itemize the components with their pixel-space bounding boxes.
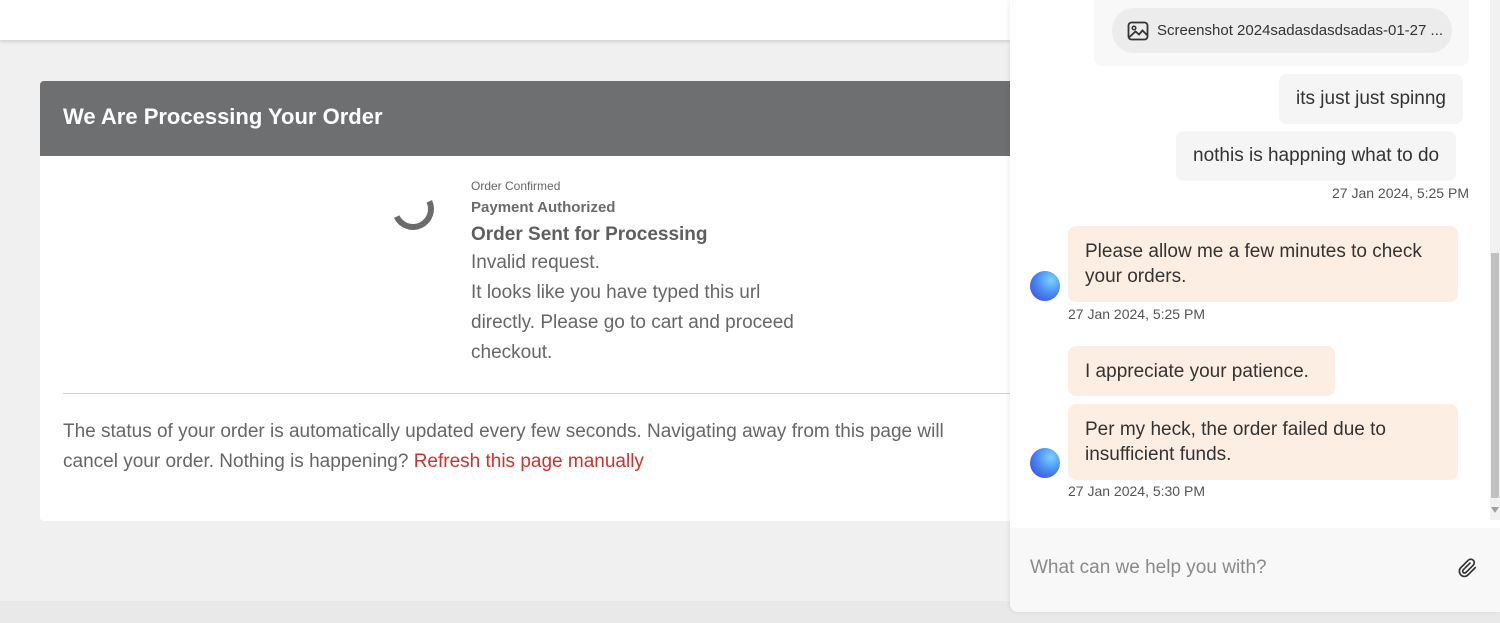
error-title: Invalid request. xyxy=(471,252,600,273)
status-prompt: cancel your order. Nothing is happening? xyxy=(63,451,414,472)
paperclip-icon[interactable] xyxy=(1457,557,1479,579)
refresh-link[interactable]: Refresh this page manually xyxy=(414,451,644,472)
agent-message: I appreciate your patience. xyxy=(1068,346,1335,396)
card-title: We Are Processing Your Order xyxy=(40,81,1040,156)
agent-avatar xyxy=(1030,271,1060,301)
message-timestamp: 27 Jan 2024, 5:25 PM xyxy=(1068,306,1205,322)
order-status-card: We Are Processing Your Order Order Confi… xyxy=(40,81,1040,521)
error-detail: It looks like you have typed this url di… xyxy=(471,282,794,363)
status-line-1: The status of your order is automaticall… xyxy=(63,421,944,442)
chat-scrollbar[interactable] xyxy=(1490,0,1500,520)
scrollbar-thumb[interactable] xyxy=(1491,253,1499,498)
agent-message: Per my heck, the order failed due to ins… xyxy=(1068,404,1458,480)
chat-input-row xyxy=(1010,528,1500,612)
user-message: its just just spinng xyxy=(1279,74,1463,124)
agent-message: Please allow me a few minutes to check y… xyxy=(1068,226,1458,302)
error-message: Invalid request. It looks like you have … xyxy=(471,248,801,368)
step-payment-authorized: Payment Authorized xyxy=(471,199,616,216)
attachment-chip[interactable]: Screenshot 2024sadasdasdsadas-01-27 ... xyxy=(1112,8,1452,53)
chat-panel: Screenshot 2024sadasdasdsadas-01-27 ... … xyxy=(1010,0,1500,612)
status-line-2: cancel your order. Nothing is happening?… xyxy=(63,447,1040,477)
message-timestamp: 27 Jan 2024, 5:30 PM xyxy=(1068,483,1205,499)
agent-avatar xyxy=(1030,448,1060,478)
attachment-message: Screenshot 2024sadasdasdsadas-01-27 ... xyxy=(1094,0,1469,66)
status-text: The status of your order is automaticall… xyxy=(63,417,1040,477)
user-message: nothis is happning what to do xyxy=(1176,131,1457,181)
attachment-filename: Screenshot 2024sadasdasdsadas-01-27 ... xyxy=(1157,22,1444,39)
image-icon xyxy=(1127,21,1149,40)
chat-message-input[interactable] xyxy=(1030,548,1450,588)
site-header xyxy=(0,0,1010,40)
step-order-sent: Order Sent for Processing xyxy=(471,224,708,245)
loading-spinner-icon xyxy=(386,182,440,236)
scroll-down-arrow-icon[interactable] xyxy=(1491,507,1499,513)
step-order-confirmed: Order Confirmed xyxy=(471,179,561,193)
order-steps: Order Confirmed Payment Authorized Order… xyxy=(471,179,811,368)
divider xyxy=(63,393,1040,394)
message-timestamp: 27 Jan 2024, 5:25 PM xyxy=(1332,185,1469,201)
